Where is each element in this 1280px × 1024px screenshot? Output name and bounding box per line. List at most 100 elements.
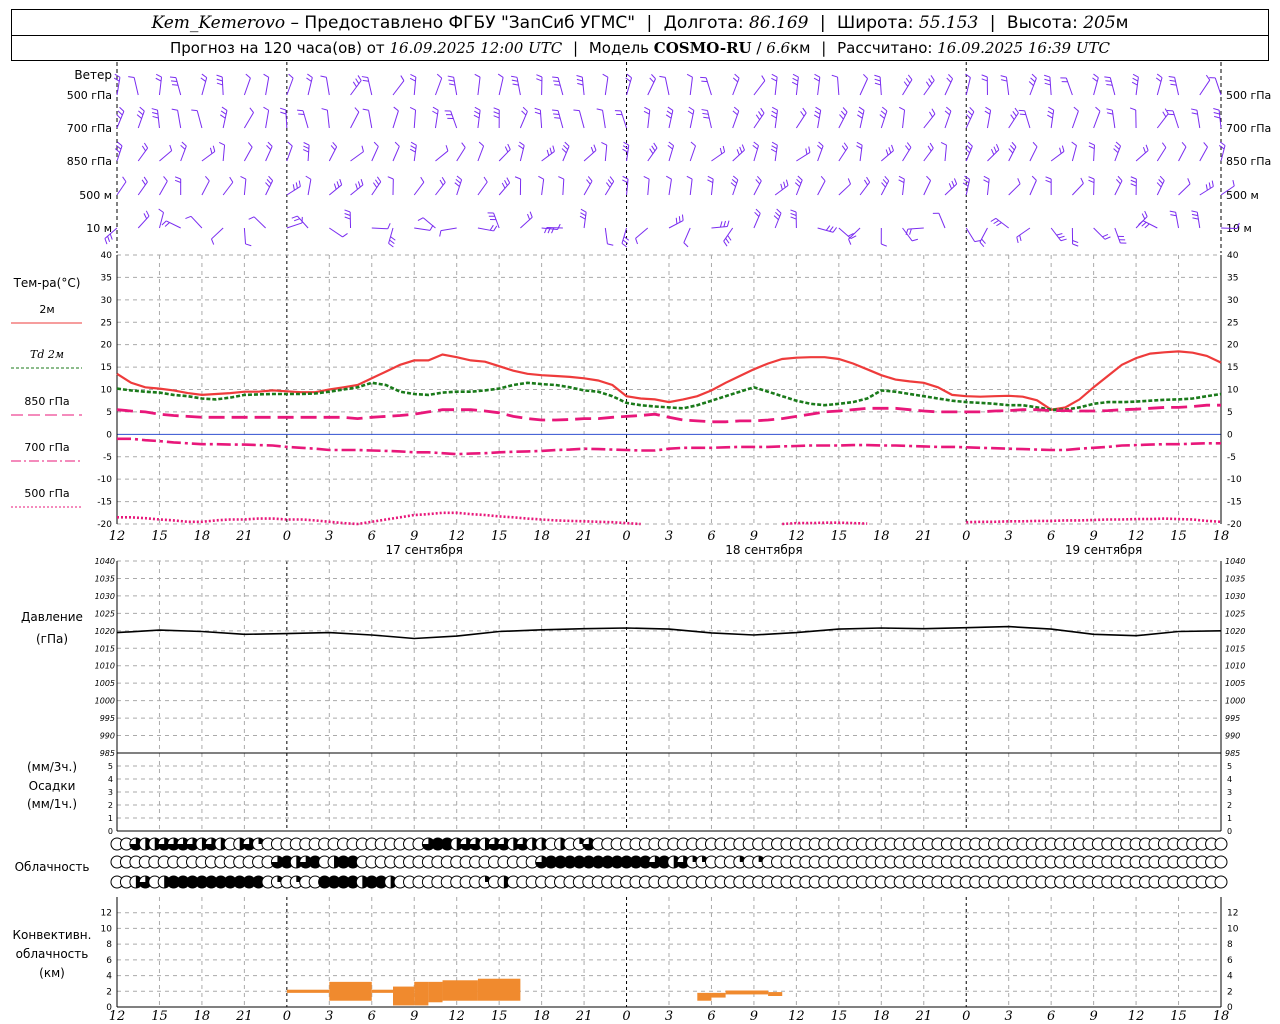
wind-barb (516, 77, 521, 96)
wind-barb-feather (1170, 214, 1177, 217)
wind-barb-feather (792, 77, 799, 82)
wind-barb (1008, 183, 1021, 196)
wind-barb-feather (687, 110, 694, 115)
temp-tick-left: 15 (101, 363, 112, 373)
hour-tick-label-bottom: 15 (1170, 1009, 1187, 1024)
wind-barb-feather (651, 145, 656, 152)
wind-barb-feather (374, 179, 380, 185)
wind-barb-feather (321, 108, 328, 111)
hour-tick-label-bottom: 21 (235, 1009, 253, 1024)
wind-barb-feather (773, 215, 779, 221)
wind-barb-feather (1156, 73, 1163, 79)
wind-barb (1199, 79, 1211, 96)
wind-barb-feather (863, 179, 868, 186)
wind-barb-feather (732, 110, 738, 116)
hour-tick-label-bottom: 15 (491, 1009, 508, 1024)
wind-barb-feather (790, 216, 797, 220)
wind-barb-feather (800, 111, 805, 117)
wind-barb-feather (926, 175, 931, 181)
wind-barb-feather (357, 181, 361, 188)
pressure-tick-left: 1005 (95, 679, 115, 688)
temp-tick-right: 15 (1227, 363, 1238, 373)
wind-barb-feather (410, 145, 417, 150)
wind-barb-feather (409, 148, 416, 153)
wind-barb-feather (675, 217, 678, 224)
wind-barb-feather (552, 109, 559, 112)
wind-barb-feather (755, 179, 761, 185)
precip-tick-left: 2 (108, 801, 113, 810)
wind-barb-feather (376, 176, 382, 183)
hour-tick-label-bottom: 12 (788, 1009, 805, 1024)
wind-barb (440, 227, 457, 232)
wind-barb-feather (881, 243, 888, 247)
wind-barb-feather (305, 175, 312, 180)
wind-barb-feather (158, 208, 164, 213)
wind-barb (157, 110, 160, 129)
wind-barb (1072, 183, 1084, 196)
wind-barb (1065, 77, 1073, 96)
precip-tick-right: 1 (1227, 814, 1232, 823)
wind-barb-feather (333, 183, 337, 190)
time-axis-bottom: 12 15 18 21 0 3 6 9 12 15 18 21 0 3 6 9 12 15 18 21 0 3 6 9 12 15… (109, 1009, 1230, 1024)
wind-barb-feather (686, 73, 693, 78)
wind-barb-feather (263, 106, 269, 111)
wind-barb-feather (558, 176, 565, 180)
wind-barb-feather (635, 238, 638, 245)
wind-barb (557, 77, 564, 96)
wind-barb (604, 145, 608, 162)
wind-barb-feather (288, 73, 294, 79)
wind-barb-feather (493, 111, 500, 115)
wind-barb-feather (1047, 110, 1054, 115)
wind-barb (944, 145, 947, 162)
wind-barb (711, 151, 725, 162)
temp-tick-right: -5 (1227, 453, 1236, 463)
wind-barb-feather (114, 148, 121, 153)
wind-barb-feather (1104, 236, 1111, 240)
wind-barb (371, 146, 379, 162)
wind-barb-feather (929, 142, 934, 149)
hour-tick-label-bottom: 3 (1005, 1009, 1013, 1024)
meteogram: Ветер 500 гПа 500 гПа 700 гПа 700 гПа 850 гПа… (11, 62, 1271, 1024)
pressure-tick-left: 990 (100, 732, 115, 741)
conv-tick-right: 8 (1227, 940, 1233, 950)
wind-barb (1220, 227, 1238, 230)
hour-tick-label: 12 (1128, 529, 1145, 544)
wind-barb (774, 77, 778, 96)
wind-barb-feather (622, 239, 629, 245)
wind-barb-feather (1113, 148, 1119, 153)
hour-tick-label: 18 (1213, 529, 1230, 544)
wind-barb-feather (577, 82, 584, 86)
wind-barb (434, 77, 443, 96)
wind-barb-feather (307, 73, 313, 78)
wind-barb-feather (1106, 108, 1113, 111)
hour-tick-label: 0 (622, 529, 630, 544)
wind-barb-feather (1017, 178, 1021, 184)
wind-barb-feather (362, 108, 369, 111)
wind-barb (265, 180, 274, 196)
temp-tick-left: 10 (101, 386, 113, 396)
wind-barb (413, 110, 417, 129)
wind-barb-feather (554, 117, 561, 119)
wind-barb-feather (1131, 81, 1138, 86)
wind-barb-feather (1047, 114, 1053, 119)
wind-barb-feather (538, 175, 544, 180)
wind-barb (133, 77, 139, 96)
wind-barb-feather (829, 226, 834, 232)
wind-barb-feather (514, 176, 521, 180)
precip-title: Осадки (29, 779, 76, 793)
wind-barb-feather (1205, 74, 1211, 81)
wind-barb-feather (666, 175, 672, 180)
wind-barb-feather (171, 108, 178, 111)
wind-barb-feather (780, 183, 783, 190)
wind-barb (1093, 110, 1101, 129)
wind-barb (902, 110, 906, 129)
wind-level-label-left: 850 гПа (67, 155, 112, 168)
wind-barb-feather (1056, 232, 1063, 236)
pressure-tick-left: 1025 (95, 609, 115, 618)
wind-barb (1196, 212, 1201, 229)
wind-barb (602, 110, 606, 129)
wind-barb-feather (320, 75, 327, 78)
wind-barb (557, 110, 564, 129)
wind-barb-feather (1088, 142, 1095, 146)
wind-barb-feather (1088, 145, 1095, 149)
